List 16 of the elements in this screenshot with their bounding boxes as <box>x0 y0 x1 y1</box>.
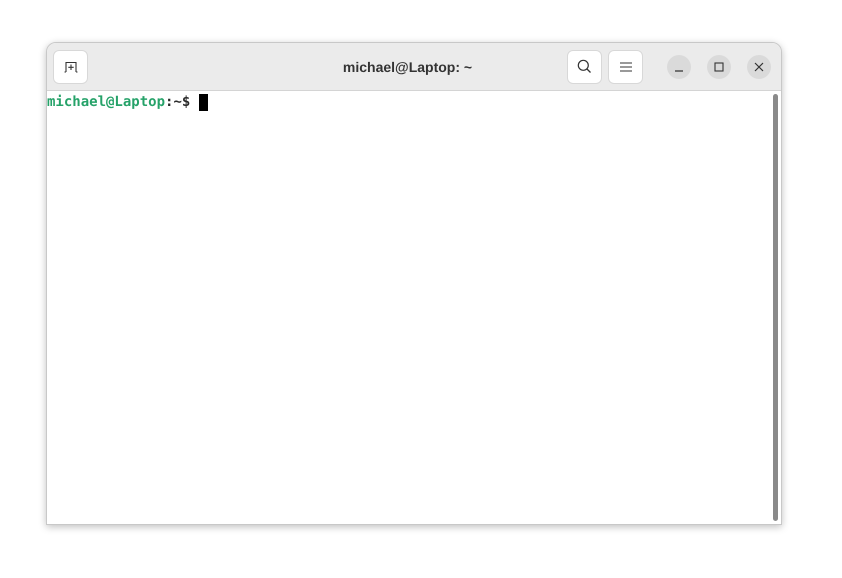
prompt-path: :~$ <box>165 94 190 110</box>
maximize-button[interactable] <box>707 54 731 78</box>
new-tab-button[interactable] <box>53 50 88 84</box>
search-icon <box>577 59 592 74</box>
minimize-icon <box>675 70 683 72</box>
text-cursor <box>199 94 208 110</box>
close-button[interactable] <box>747 54 771 78</box>
new-tab-icon <box>64 60 78 72</box>
scrollbar[interactable] <box>773 94 778 521</box>
maximize-icon <box>714 62 724 72</box>
close-icon <box>754 62 764 72</box>
search-button[interactable] <box>567 50 602 84</box>
window-title: michael@Laptop: ~ <box>342 58 474 74</box>
prompt-user-host: michael@Laptop <box>47 94 166 110</box>
menu-icon <box>620 62 632 72</box>
menu-button[interactable] <box>608 50 643 84</box>
